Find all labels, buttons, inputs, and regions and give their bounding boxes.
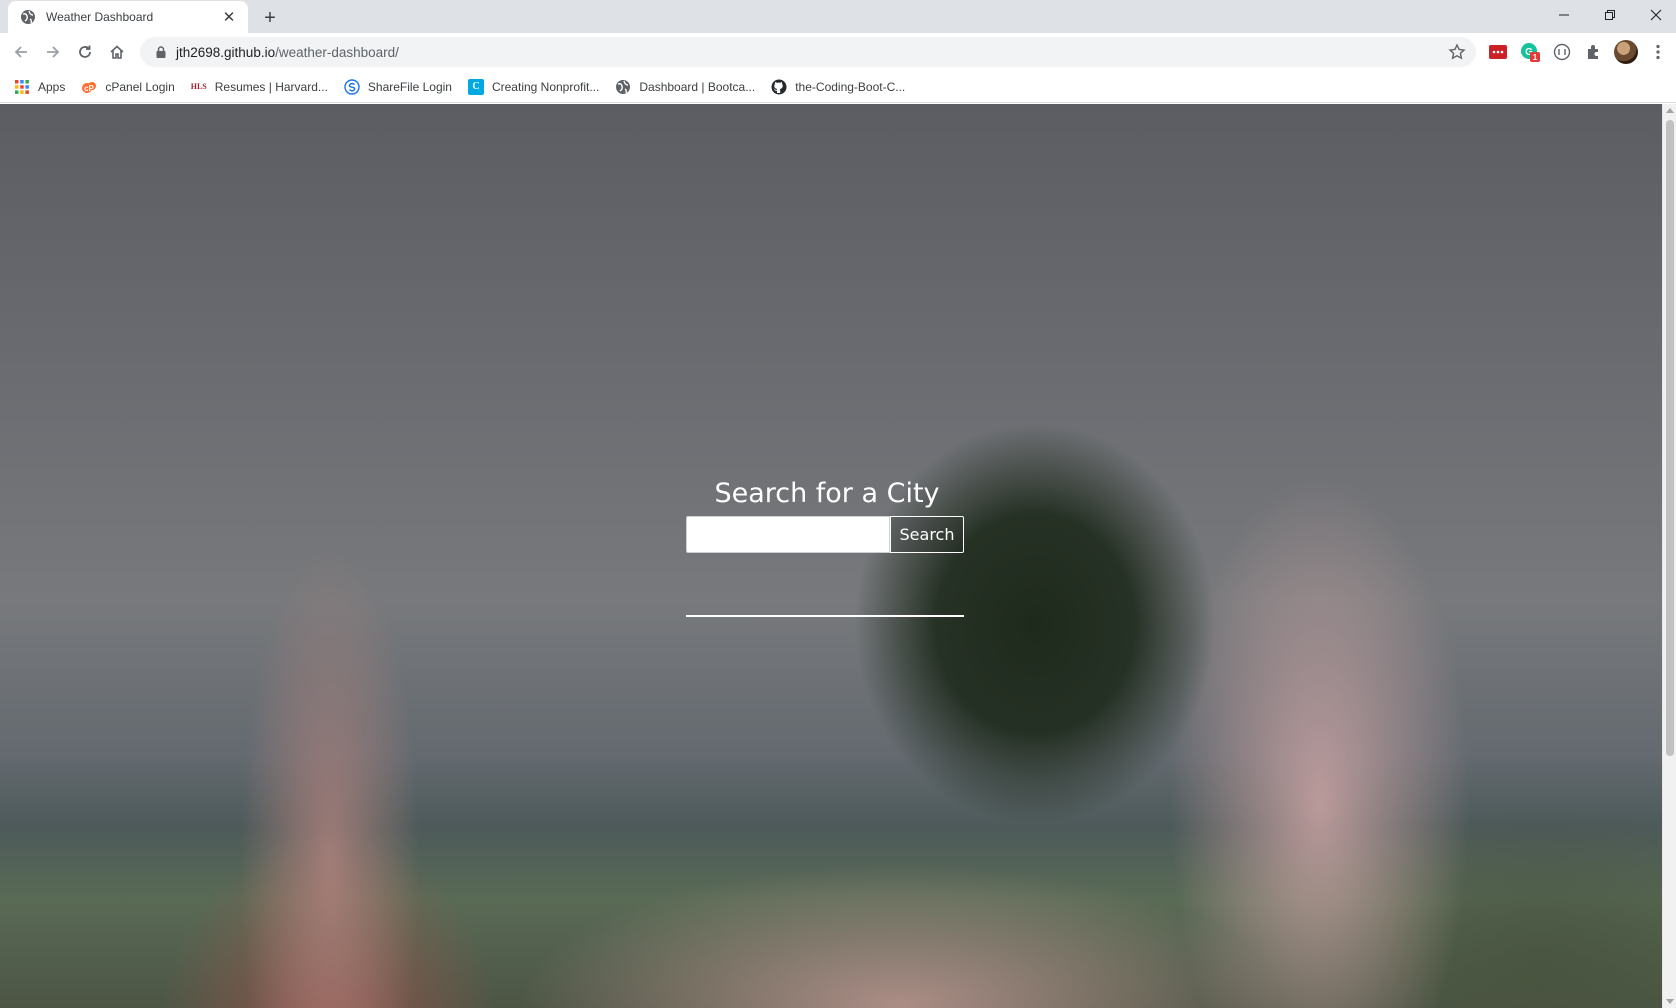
grammarly-icon: G1: [1521, 43, 1540, 62]
minimize-icon: [1559, 14, 1569, 16]
bookmark-label: Resumes | Harvard...: [214, 79, 328, 94]
search-history-divider: [686, 615, 964, 617]
profile-avatar[interactable]: [1614, 40, 1638, 64]
bookmark-label: cPanel Login: [105, 79, 175, 94]
scroll-down-arrow-icon[interactable]: [1666, 999, 1674, 1004]
bookmark-label: the-Coding-Boot-C...: [795, 79, 906, 94]
page-viewport: Search for a City Search: [0, 104, 1662, 1008]
arrow-right-icon: [47, 46, 60, 58]
tab-strip: Weather Dashboard ✕ +: [0, 0, 1676, 33]
bookmark-label: Dashboard | Bootca...: [639, 79, 756, 94]
bookmark-label: ShareFile Login: [367, 79, 452, 94]
bookmark-label: Apps: [38, 79, 66, 94]
extensions-button[interactable]: [1583, 41, 1605, 63]
circle-extension-button[interactable]: [1551, 41, 1573, 63]
kebab-menu-icon: [1656, 44, 1660, 60]
reload-button[interactable]: [71, 38, 99, 66]
city-search-input[interactable]: [686, 516, 890, 553]
page-title: Search for a City: [714, 478, 940, 509]
restore-window-button[interactable]: [1587, 0, 1633, 30]
back-button[interactable]: [7, 38, 35, 66]
browser-toolbar: jth2698.github.io/weather-dashboard/ G1: [0, 33, 1676, 71]
home-icon: [110, 45, 124, 59]
close-window-button[interactable]: [1633, 0, 1676, 30]
home-button[interactable]: [103, 38, 131, 66]
bookmark-creating-nonprofit[interactable]: C Creating Nonprofit...: [466, 74, 607, 100]
bookmark-cpanel-login[interactable]: cP cPanel Login: [79, 74, 182, 100]
url-host: jth2698.github.io: [176, 44, 276, 60]
grammarly-extension-button[interactable]: G1: [1519, 41, 1541, 63]
circle-extension-icon: [1553, 43, 1571, 61]
bookmark-coding-boot-camp-github[interactable]: the-Coding-Boot-C...: [769, 74, 913, 100]
browser-tab[interactable]: Weather Dashboard ✕: [8, 1, 248, 33]
url-path: /weather-dashboard/: [275, 44, 399, 60]
github-icon: [771, 79, 787, 94]
browser-menu-button[interactable]: [1648, 41, 1668, 63]
canvas-c-icon: C: [467, 78, 484, 95]
bookmark-label: Creating Nonprofit...: [491, 79, 600, 94]
minimize-window-button[interactable]: [1541, 0, 1587, 30]
lastpass-extension-button[interactable]: [1487, 41, 1509, 63]
harvard-hls-icon: HLS: [190, 82, 207, 91]
new-tab-button[interactable]: +: [258, 6, 282, 30]
scroll-up-arrow-icon[interactable]: [1666, 108, 1674, 113]
bookmark-star-icon[interactable]: [1448, 43, 1466, 61]
lastpass-icon: [1489, 45, 1507, 59]
apps-grid-icon: [15, 79, 29, 94]
cpanel-icon: cP: [82, 81, 97, 93]
forward-button[interactable]: [39, 38, 67, 66]
bookmarks-bar: Apps cP cPanel Login HLS Resumes | Harva…: [0, 71, 1676, 103]
tab-title: Weather Dashboard: [46, 10, 154, 24]
address-bar[interactable]: jth2698.github.io/weather-dashboard/: [140, 37, 1476, 67]
arrow-left-icon: [14, 46, 27, 58]
svg-text:cP: cP: [84, 84, 94, 93]
page-scrollbar[interactable]: [1662, 104, 1676, 1008]
scrollbar-thumb[interactable]: [1666, 120, 1674, 756]
lock-icon[interactable]: [154, 45, 168, 59]
bookmark-resumes-harvard[interactable]: HLS Resumes | Harvard...: [189, 74, 336, 100]
bookmark-dashboard-bootcamp[interactable]: Dashboard | Bootca...: [613, 74, 763, 100]
globe-icon: [21, 10, 35, 24]
url-text[interactable]: jth2698.github.io/weather-dashboard/: [176, 45, 1448, 60]
city-search-section: Search for a City Search: [686, 478, 964, 617]
puzzle-icon: [1588, 45, 1598, 59]
grammarly-badge: 1: [1533, 53, 1538, 62]
search-button[interactable]: Search: [890, 516, 964, 553]
globe-icon: [616, 79, 631, 94]
restore-icon: [1605, 10, 1615, 20]
reload-icon: [79, 45, 91, 58]
close-icon: [1650, 9, 1662, 21]
bookmark-apps[interactable]: Apps: [12, 74, 73, 100]
search-form: Search: [686, 516, 964, 553]
close-tab-icon[interactable]: ✕: [220, 8, 238, 26]
bookmark-sharefile-login[interactable]: ShareFile Login: [342, 74, 460, 100]
sharefile-icon: [344, 78, 360, 95]
